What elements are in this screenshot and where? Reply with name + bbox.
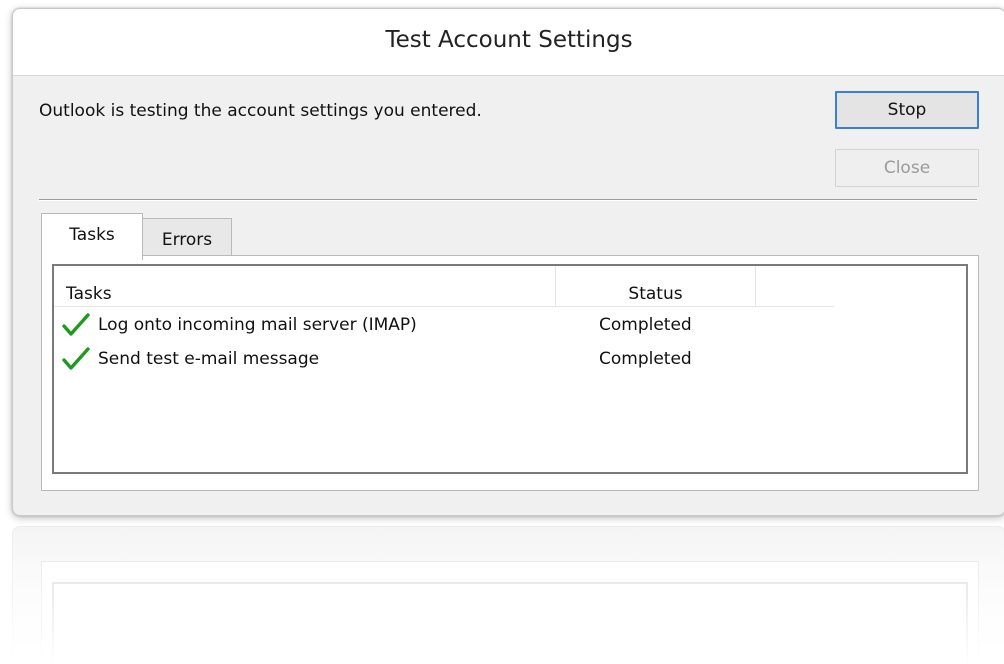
task-name: Send test e-mail message xyxy=(98,349,320,369)
task-status: Completed xyxy=(599,315,692,335)
task-name: Log onto incoming mail server (IMAP) xyxy=(98,315,417,335)
reflection-fade xyxy=(12,526,1004,664)
dialog-titlebar[interactable]: Test Account Settings xyxy=(13,9,1004,76)
column-header-empty xyxy=(756,266,834,306)
tab-tasks[interactable]: Tasks xyxy=(41,213,143,260)
tasks-tab-panel: Tasks Status Log onto incoming mail serv… xyxy=(41,255,979,491)
dialog-reflection xyxy=(12,526,1004,664)
close-button[interactable]: Close xyxy=(835,149,979,187)
task-row[interactable]: Send test e-mail message Completed xyxy=(54,344,966,376)
green-checkmark-icon xyxy=(62,313,90,336)
green-checkmark-icon xyxy=(62,347,90,370)
screen: Test Account Settings Outlook is testing… xyxy=(0,0,1004,664)
task-list[interactable]: Tasks Status Log onto incoming mail serv… xyxy=(52,264,968,474)
task-row[interactable]: Log onto incoming mail server (IMAP) Com… xyxy=(54,310,966,342)
status-message: Outlook is testing the account settings … xyxy=(39,101,482,121)
separator-line xyxy=(39,199,977,201)
task-status: Completed xyxy=(599,349,692,369)
task-list-header: Tasks Status xyxy=(54,266,834,307)
stop-button[interactable]: Stop xyxy=(835,91,979,129)
tab-errors[interactable]: Errors xyxy=(142,218,232,256)
dialog-title: Test Account Settings xyxy=(385,27,633,53)
column-header-status[interactable]: Status xyxy=(556,266,756,306)
column-header-tasks[interactable]: Tasks xyxy=(54,266,556,306)
test-account-settings-dialog: Test Account Settings Outlook is testing… xyxy=(12,8,1004,516)
